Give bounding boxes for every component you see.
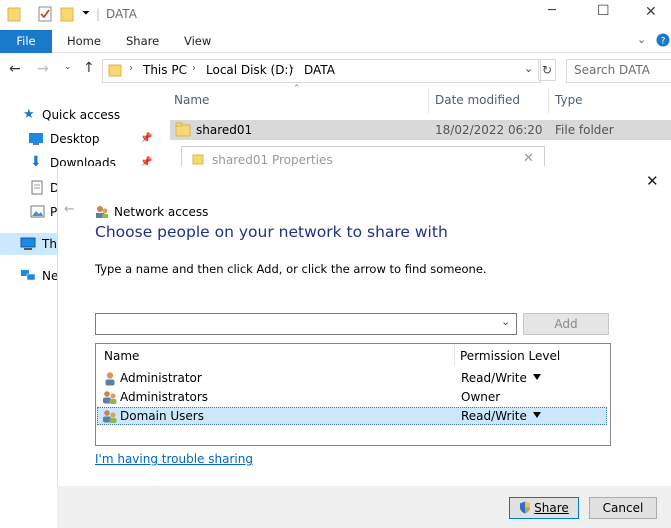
desktop-icon (28, 132, 44, 149)
column-divider (428, 88, 429, 114)
folder-icon (175, 122, 191, 140)
dialog-close-button[interactable]: ✕ (646, 172, 659, 190)
forward-icon[interactable]: → (37, 61, 49, 77)
maximize-button[interactable]: ☐ (597, 3, 610, 19)
title-bar: ⏷ | DATA ─ ☐ ✕ (0, 0, 671, 30)
properties-quick-icon[interactable] (38, 6, 52, 25)
permission-value: Owner (461, 390, 501, 404)
dialog-back-button[interactable]: ← (64, 202, 75, 217)
dropdown-arrow-icon[interactable] (532, 412, 541, 418)
svg-text:?: ? (661, 37, 666, 47)
nav-item-this-pc[interactable]: Th (42, 234, 57, 254)
ribbon-expand-icon[interactable]: ⌄ (637, 33, 646, 46)
nav-item-network[interactable]: Ne (42, 266, 58, 286)
row-name: Domain Users (120, 409, 204, 423)
column-header-type[interactable]: Type (555, 93, 583, 107)
column-header-date[interactable]: Date modified (435, 93, 520, 107)
address-dropdown-icon[interactable]: ⌄ (524, 62, 533, 75)
folder-icon (108, 63, 122, 80)
row-name: Administrator (120, 371, 202, 385)
nav-item-desktop[interactable]: Desktop (50, 129, 100, 149)
table-row-selected[interactable]: Domain Users Read/Write (97, 407, 607, 425)
combobox-dropdown-icon[interactable]: ⌄ (501, 315, 510, 328)
window-close-button[interactable]: ✕ (645, 4, 657, 20)
cancel-button[interactable]: Cancel (589, 497, 657, 519)
breadcrumb-local-disk[interactable]: Local Disk (D:) (206, 63, 293, 77)
tab-home[interactable]: Home (67, 30, 101, 52)
search-input[interactable]: Search DATA (574, 63, 650, 77)
column-header-permission[interactable]: Permission Level (460, 349, 560, 363)
minimize-button[interactable]: ─ (548, 3, 556, 18)
new-folder-quick-icon[interactable] (60, 6, 74, 25)
tab-file[interactable]: File (0, 30, 52, 53)
trouble-sharing-link[interactable]: I'm having trouble sharing (95, 452, 253, 466)
file-name: shared01 (196, 123, 253, 137)
title-separator: | (96, 7, 101, 21)
row-name: Administrators (120, 390, 209, 404)
column-header-name[interactable]: Name (174, 93, 209, 107)
permissions-table: Name Permission Level Administrator Read… (95, 343, 611, 446)
address-bar[interactable]: › This PC › Local Disk (D:) › DATA ⌄ (102, 59, 541, 83)
folder-icon (7, 6, 21, 25)
permission-dropdown[interactable]: Read/Write (461, 371, 541, 385)
properties-title: shared01 Properties (212, 153, 333, 167)
nav-item-quick-access[interactable]: Quick access (42, 105, 120, 125)
permission-value: Read/Write (461, 409, 527, 423)
dropdown-arrow-icon[interactable] (532, 374, 541, 380)
group-icon (102, 390, 118, 408)
network-access-icon (95, 205, 109, 222)
network-icon (20, 268, 36, 285)
back-icon[interactable]: ← (9, 61, 21, 77)
star-icon: ★ (23, 107, 35, 122)
document-icon (31, 180, 43, 198)
user-icon (103, 371, 117, 389)
up-icon[interactable]: ↑ (83, 60, 95, 76)
breadcrumb-chevron-icon: › (290, 63, 294, 74)
pictures-icon (30, 205, 45, 221)
nav-item-downloads[interactable]: Downloads (50, 153, 116, 167)
refresh-button[interactable]: ↻ (538, 59, 556, 81)
dialog-instruction: Type a name and then click Add, or click… (95, 262, 487, 276)
column-divider (548, 88, 549, 114)
sort-indicator-icon: ⌃ (293, 84, 301, 94)
this-pc-icon (20, 237, 36, 254)
recent-locations-icon[interactable]: ⌄ (64, 62, 72, 72)
breadcrumb-data[interactable]: DATA (304, 63, 335, 77)
file-date: 18/02/2022 06:20 (435, 123, 543, 137)
breadcrumb-chevron-icon: › (192, 63, 196, 74)
share-label: Share (534, 501, 569, 515)
search-box[interactable]: Search DATA (566, 59, 671, 83)
column-header-name[interactable]: Name (104, 349, 139, 363)
name-combobox[interactable]: ⌄ (95, 313, 517, 335)
breadcrumb-this-pc[interactable]: This PC (143, 63, 187, 77)
properties-close-icon[interactable]: ✕ (523, 151, 534, 166)
pin-icon: 📌 (140, 133, 153, 144)
download-icon: ⬇ (30, 154, 42, 170)
dialog-heading: Choose people on your network to share w… (95, 223, 448, 241)
uac-shield-icon (519, 500, 531, 520)
breadcrumb-chevron-icon: › (129, 63, 133, 74)
share-button[interactable]: Share (509, 497, 579, 519)
table-row[interactable]: Administrator Read/Write (97, 369, 607, 388)
dialog-header: Network access (114, 205, 209, 219)
window-title: DATA (106, 7, 137, 21)
tab-view[interactable]: View (184, 30, 211, 52)
group-icon (102, 409, 118, 427)
table-header: Name Permission Level (96, 344, 608, 366)
column-divider (454, 344, 455, 366)
customize-toolbar-icon[interactable]: ⏷ (82, 8, 90, 19)
tab-share[interactable]: Share (126, 30, 159, 52)
file-type: File folder (555, 123, 614, 137)
table-row[interactable]: Administrators Owner (97, 388, 607, 407)
add-button[interactable]: Add (523, 313, 609, 335)
file-row[interactable]: shared01 18/02/2022 06:20 File folder (170, 120, 671, 140)
help-icon[interactable]: ? (656, 33, 670, 50)
permission-value: Read/Write (461, 371, 527, 385)
permission-dropdown[interactable]: Read/Write (461, 409, 541, 423)
